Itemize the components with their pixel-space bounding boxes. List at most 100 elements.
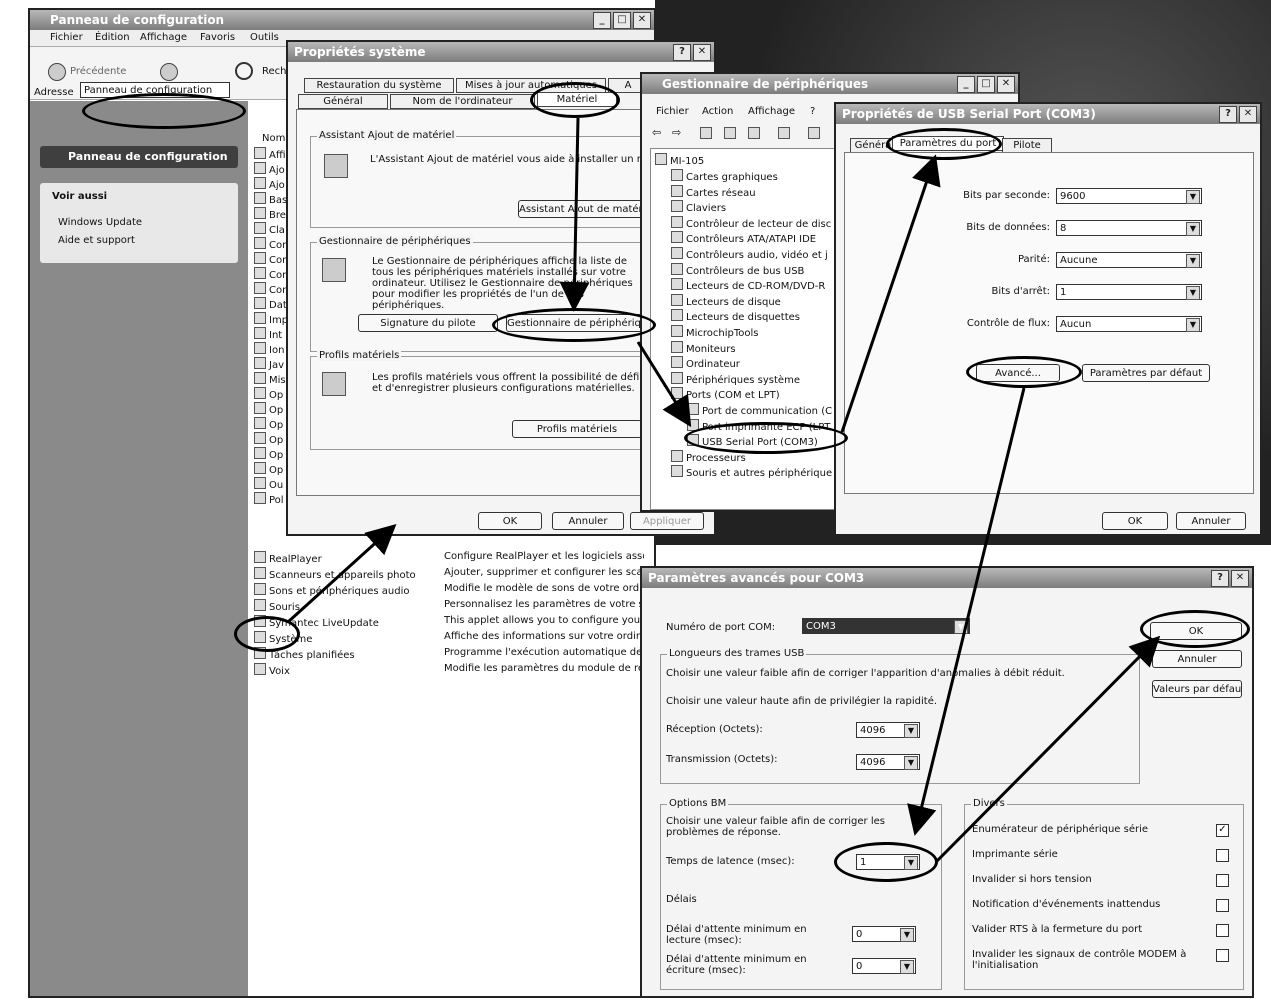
help-button[interactable]: ? [1219,106,1237,123]
tree-node[interactable]: Port de communication (C [687,403,832,417]
close-button[interactable]: ✕ [997,76,1015,93]
tree-node[interactable]: Contrôleur de lecteur de disc [671,215,831,230]
list-item[interactable]: Op [254,447,283,461]
misc-option-checkbox[interactable] [1216,899,1229,912]
menu-edition[interactable]: Édition [95,32,130,43]
assistant-ajout-button[interactable]: Assistant Ajout de matériel [518,200,648,218]
misc-option-checkbox[interactable] [1216,924,1229,937]
menu-fichier[interactable]: Fichier [50,32,83,43]
tree-node[interactable]: Moniteurs [671,340,736,355]
list-item[interactable]: Dat [254,297,287,311]
tree-node[interactable]: Contrôleurs audio, vidéo et j [671,247,828,261]
tab-pilote[interactable]: Pilote [1002,138,1052,153]
print-icon[interactable] [748,127,760,139]
apply-button[interactable]: Appliquer [630,512,704,530]
tree-node[interactable]: Contrôleurs de bus USB [671,262,804,277]
list-item[interactable]: Ion [254,342,284,356]
maximize-button[interactable]: □ [977,76,995,93]
menu-affichage[interactable]: Affichage [140,32,187,43]
menu-outils[interactable]: Outils [250,32,279,43]
list-item[interactable]: Bre [254,207,286,221]
misc-option-checkbox[interactable] [1216,874,1229,887]
forward-icon[interactable]: ⇨ [672,126,681,139]
tree-node[interactable]: Ports (COM et LPT) [671,387,780,401]
list-item[interactable]: Imp [254,312,288,326]
scan-icon[interactable] [808,127,820,139]
list-item[interactable]: Op [254,387,283,401]
forward-arrow-icon[interactable] [160,63,178,81]
ok-button[interactable]: OK [478,512,542,530]
tree-root[interactable]: MI-105 [655,153,704,167]
list-item[interactable]: Ajo [254,177,285,191]
list-item[interactable]: Mis [254,372,286,386]
cancel-button[interactable]: Annuler [1152,650,1242,668]
list-item[interactable]: Cor [254,237,286,251]
tab-general[interactable]: Général [298,94,388,109]
tree-node[interactable]: Ordinateur [671,356,740,370]
list-item[interactable]: Ajo [254,162,285,176]
tree-node[interactable]: Souris et autres périphérique [671,465,832,479]
list-item[interactable]: Bas [254,192,287,206]
tree-node[interactable]: Claviers [671,200,726,214]
list-item[interactable]: Cor [254,267,286,281]
list-item[interactable]: Voix [254,663,290,677]
menu-affichage[interactable]: Affichage [748,106,795,117]
tree-node[interactable]: Lecteurs de disquettes [671,309,800,323]
maximize-button[interactable]: □ [613,12,631,29]
tab-nom-ordinateur[interactable]: Nom de l'ordinateur [390,94,535,109]
menu-help[interactable]: ? [810,106,815,117]
misc-option-checkbox[interactable] [1216,849,1229,862]
list-item[interactable]: Jav [254,357,284,371]
tree-node[interactable]: Cartes graphiques [671,169,778,183]
list-item[interactable]: Op [254,432,283,446]
signature-pilote-button[interactable]: Signature du pilote [358,314,498,332]
help-button[interactable]: ? [673,44,691,61]
rx-select[interactable]: 4096 ▼ [856,722,920,738]
list-item[interactable]: Cor [254,282,286,296]
read-timeout-select[interactable]: 0 ▼ [852,926,916,942]
port-setting-select[interactable]: 8 ▼ [1056,220,1202,236]
close-button[interactable]: ✕ [633,12,651,29]
help-icon[interactable] [778,127,790,139]
list-item[interactable]: Op [254,417,283,431]
list-item[interactable]: Op [254,462,283,476]
minimize-button[interactable]: _ [957,76,975,93]
menu-action[interactable]: Action [702,106,733,117]
cancel-button[interactable]: Annuler [1176,512,1246,530]
port-setting-select[interactable]: Aucun ▼ [1056,316,1202,332]
back-icon[interactable]: ⇦ [652,126,661,139]
close-button[interactable]: ✕ [693,44,711,61]
list-item[interactable]: Op [254,402,283,416]
tree-node[interactable]: MicrochipTools [671,325,759,339]
list-item[interactable]: Souris [254,599,300,613]
list-item[interactable]: Scanneurs et appareils photo [254,567,416,581]
ok-button[interactable]: OK [1102,512,1168,530]
defaults-button[interactable]: Paramètres par défaut [1082,364,1210,382]
tree-node[interactable]: Lecteurs de CD-ROM/DVD-R [671,278,825,292]
menu-favoris[interactable]: Favoris [200,32,235,43]
port-setting-select[interactable]: 1 ▼ [1056,284,1202,300]
list-item[interactable]: Int [254,327,282,341]
profils-materiels-button[interactable]: Profils matériels [512,420,642,438]
column-name-header[interactable]: Nom [262,133,285,144]
back-button-label[interactable]: Précédente [70,66,126,77]
list-item[interactable]: Cor [254,252,286,266]
view-icon[interactable] [700,127,712,139]
list-item[interactable]: Ou [254,477,283,491]
menu-fichier[interactable]: Fichier [656,106,689,117]
list-item[interactable]: Sons et périphériques audio [254,583,410,597]
close-button[interactable]: ✕ [1239,106,1257,123]
misc-option-checkbox[interactable] [1216,949,1229,962]
list-item[interactable]: Pol [254,492,284,506]
defaults-button[interactable]: Valeurs par défaut [1152,680,1242,698]
tx-select[interactable]: 4096 ▼ [856,754,920,770]
see-also-windows-update[interactable]: Windows Update [58,217,142,228]
search-icon[interactable] [235,62,253,80]
list-item[interactable]: Affi [254,147,286,161]
misc-option-checkbox[interactable]: ✓ [1216,824,1229,837]
list-item[interactable]: Cla [254,222,285,236]
see-also-help[interactable]: Aide et support [58,235,135,246]
tree-node[interactable]: Cartes réseau [671,184,756,199]
tree-node[interactable]: Périphériques système [671,371,800,386]
port-setting-select[interactable]: Aucune ▼ [1056,252,1202,268]
